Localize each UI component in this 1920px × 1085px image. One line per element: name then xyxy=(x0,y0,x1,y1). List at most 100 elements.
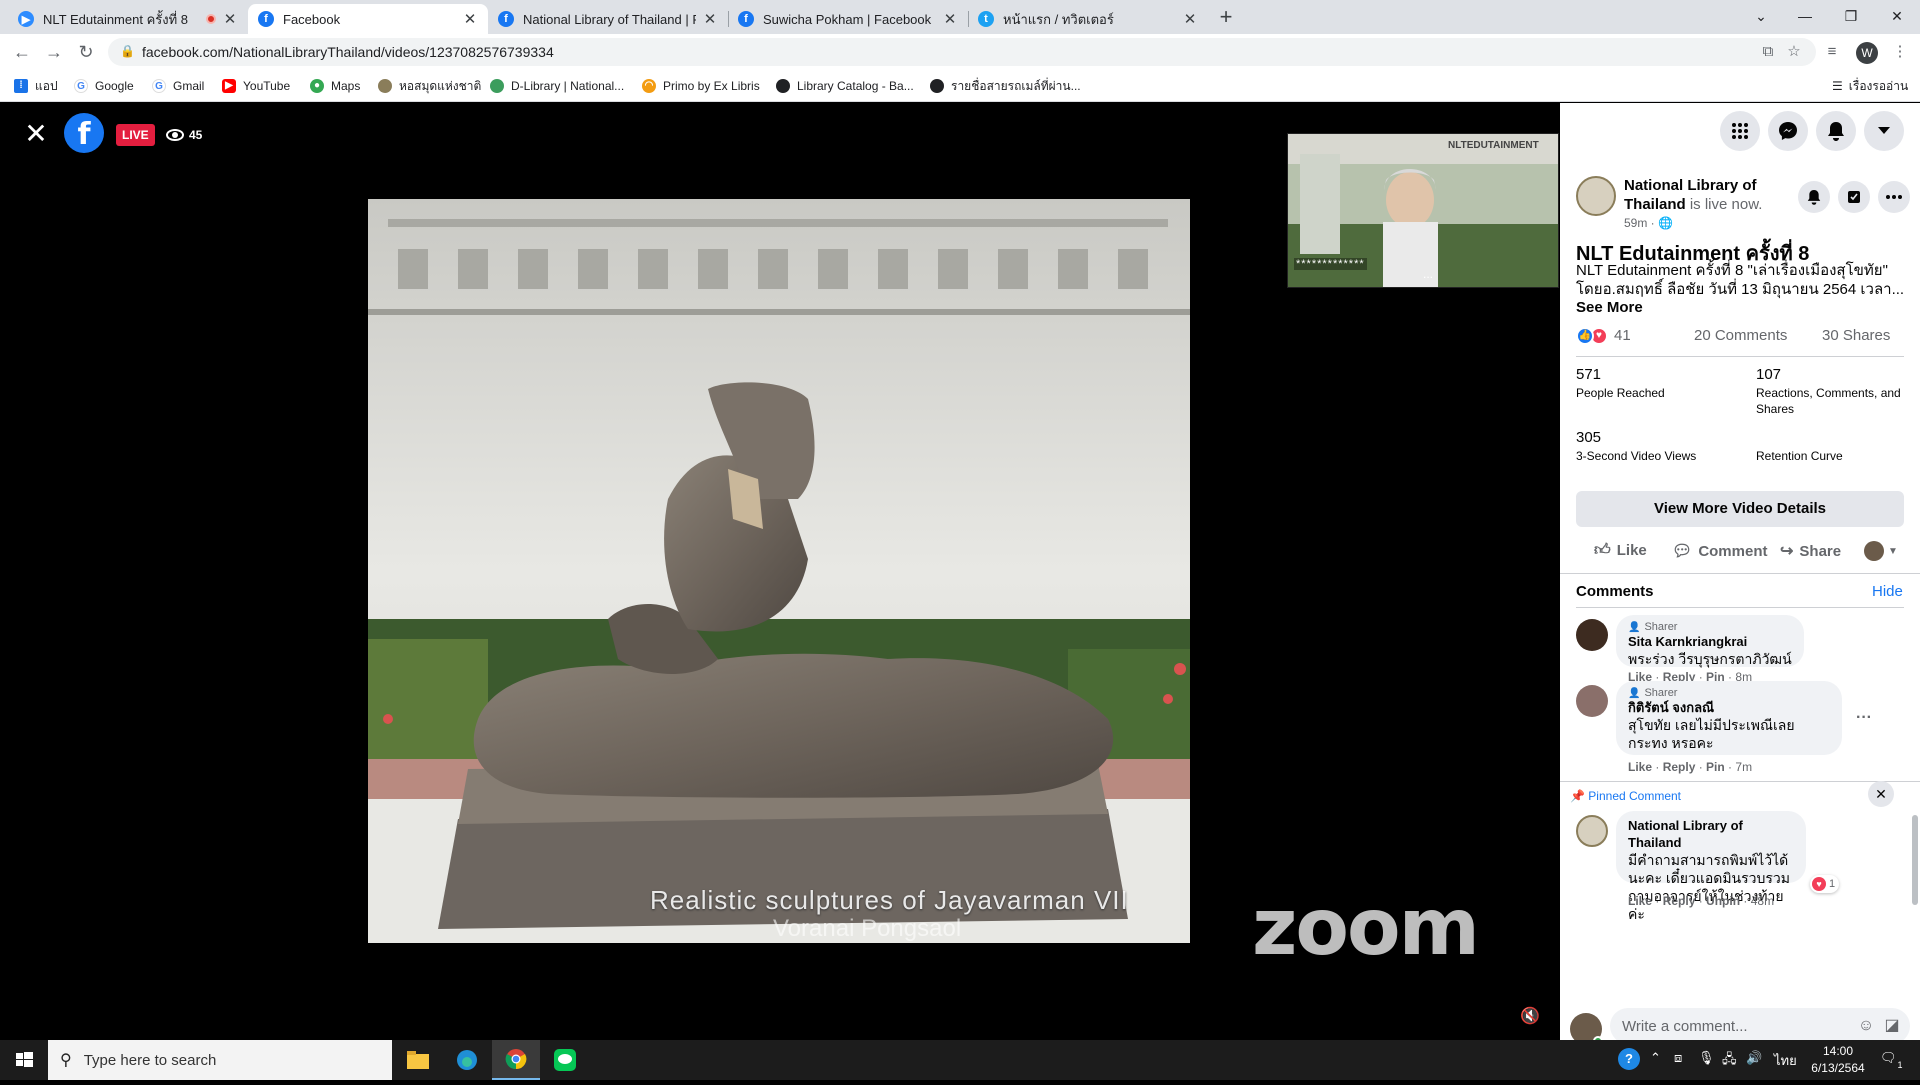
close-video-button[interactable]: ✕ xyxy=(18,117,54,153)
comment-like-link[interactable]: Like xyxy=(1628,894,1652,908)
bell-follow-icon[interactable] xyxy=(1798,181,1830,213)
comment-button[interactable]: 💬︎ Comment xyxy=(1672,541,1767,561)
bookmark-google[interactable]: G Google xyxy=(74,77,134,95)
microphone-icon[interactable]: 🎙 xyxy=(1698,1050,1715,1066)
page-avatar[interactable] xyxy=(1576,176,1616,216)
chrome-icon[interactable] xyxy=(492,1040,540,1080)
tab-facebook[interactable]: f Facebook ✕ xyxy=(248,4,488,34)
reload-button[interactable]: ↻ xyxy=(72,38,100,66)
live-status-text: is live now. xyxy=(1689,196,1763,213)
input-language[interactable]: ไทย xyxy=(1774,1050,1797,1071)
commenter-avatar[interactable] xyxy=(1576,685,1608,717)
video-player[interactable]: ✕ f LIVE 45 Realistic sculptures of Jaya… xyxy=(0,103,1560,1040)
thumb-more-icon[interactable]: ... xyxy=(1423,267,1433,281)
close-tab-icon[interactable]: ✕ xyxy=(942,10,958,28)
back-button[interactable]: ← xyxy=(8,38,36,66)
tab-search-icon[interactable]: ⌄ xyxy=(1738,0,1784,32)
messenger-icon[interactable] xyxy=(1768,111,1808,151)
page-avatar-small[interactable] xyxy=(1576,815,1608,847)
bookmark-dlibrary[interactable]: D-Library | National... xyxy=(490,77,624,95)
line-app-icon[interactable] xyxy=(541,1040,589,1080)
file-explorer-icon[interactable] xyxy=(394,1040,442,1080)
view-more-details-button[interactable]: View More Video Details xyxy=(1576,491,1904,527)
bookmark-bus[interactable]: รายชื่อสายรถเมล์ที่ผ่าน... xyxy=(930,77,1081,95)
start-button[interactable] xyxy=(0,1040,48,1080)
stat-retention-label[interactable]: Retention Curve xyxy=(1756,448,1843,464)
bookmark-catalog[interactable]: Library Catalog - Ba... xyxy=(776,77,914,95)
menu-grid-icon[interactable] xyxy=(1720,111,1760,151)
close-tab-icon[interactable]: ✕ xyxy=(1182,10,1198,28)
restore-button[interactable]: ❐ xyxy=(1828,0,1874,32)
comment-more-icon[interactable]: ··· xyxy=(1856,709,1872,727)
reading-list[interactable]: ☰ เรื่องรออ่าน xyxy=(1832,77,1908,95)
close-tab-icon[interactable]: ✕ xyxy=(462,10,478,28)
commenter-avatar[interactable] xyxy=(1576,619,1608,651)
camera-icon[interactable]: ⧈ xyxy=(1674,1050,1682,1066)
share-button[interactable]: ↪ Share xyxy=(1780,541,1841,561)
mute-icon[interactable]: 🔇 xyxy=(1520,1006,1544,1026)
post-description: NLT Edutainment ครั้งที่ 8 "เล่าเรื่องเม… xyxy=(1576,262,1905,298)
save-post-icon[interactable] xyxy=(1838,181,1870,213)
commenter-name[interactable]: Sita Karnkriangkrai xyxy=(1628,633,1792,650)
more-options-icon[interactable] xyxy=(1878,181,1910,213)
media-control-icon[interactable]: ≡ xyxy=(1822,42,1842,62)
hide-comments-link[interactable]: Hide xyxy=(1872,583,1903,600)
new-tab-button[interactable]: + xyxy=(1212,4,1240,30)
sharer-badge: 👤 Sharer xyxy=(1628,687,1830,699)
sticker-icon[interactable]: ◪ xyxy=(1882,1016,1902,1036)
tray-chevron-icon[interactable]: ⌃ xyxy=(1650,1050,1661,1066)
close-pinned-icon[interactable]: ✕ xyxy=(1868,781,1894,807)
bookmark-youtube[interactable]: ▶ YouTube xyxy=(222,77,290,95)
emoji-icon[interactable]: ☺ xyxy=(1856,1016,1876,1036)
taskbar-clock[interactable]: 14:00 6/13/2564 xyxy=(1806,1043,1870,1077)
bookmark-nlt[interactable]: หอสมุดแห่งชาติ xyxy=(378,77,481,95)
minimize-button[interactable]: — xyxy=(1782,0,1828,32)
reaction-avatar-selector[interactable]: ▼ xyxy=(1864,541,1898,561)
commenter-name[interactable]: กิติรัตน์ จงกลณี xyxy=(1628,699,1830,716)
close-window-button[interactable]: ✕ xyxy=(1874,0,1920,32)
profile-avatar[interactable]: W xyxy=(1856,42,1878,64)
comment-reply-link[interactable]: Reply xyxy=(1663,894,1696,908)
reactions-count[interactable]: 41 xyxy=(1614,327,1631,344)
edge-icon[interactable] xyxy=(443,1040,491,1080)
help-icon[interactable]: ? xyxy=(1618,1048,1640,1070)
speaker-thumbnail[interactable]: NLTEDUTAINMENT ************* ... xyxy=(1287,133,1559,288)
like-button[interactable]: 👍︎ Like xyxy=(1594,541,1647,560)
pinned-commenter-name[interactable]: National Library of Thailand xyxy=(1628,817,1794,851)
forward-button[interactable]: → xyxy=(40,38,68,66)
comment-reaction-badge[interactable]: ♥ 1 xyxy=(1810,875,1840,893)
bookmark-star-icon[interactable]: ☆ xyxy=(1784,42,1804,62)
facebook-logo[interactable]: f xyxy=(64,113,104,153)
tab-suwicha[interactable]: f Suwicha Pokham | Facebook ✕ xyxy=(728,4,969,34)
comments-count[interactable]: 20 Comments xyxy=(1694,327,1787,344)
notifications-icon[interactable]: 🗨 1 xyxy=(1880,1050,1903,1070)
comment-input[interactable] xyxy=(1610,1008,1830,1040)
comment-unpin-link[interactable]: Unpin xyxy=(1706,894,1740,908)
comments-scrollbar[interactable] xyxy=(1910,615,1918,995)
tab-title: Suwicha Pokham | Facebook xyxy=(763,11,932,27)
comment-like-link[interactable]: Like xyxy=(1628,760,1652,774)
translate-icon[interactable]: ⧉ xyxy=(1758,42,1778,62)
notifications-bell-icon[interactable] xyxy=(1816,111,1856,151)
tab-national-library[interactable]: f National Library of Thailand | Fac ✕ xyxy=(488,4,729,34)
account-dropdown-icon[interactable] xyxy=(1864,111,1904,151)
bookmark-primo[interactable]: ◠ Primo by Ex Libris xyxy=(642,77,760,95)
close-tab-icon[interactable]: ✕ xyxy=(702,10,718,28)
volume-icon[interactable]: 🔊 xyxy=(1746,1050,1762,1066)
recording-icon xyxy=(206,14,216,24)
menu-kebab-icon[interactable]: ⋮ xyxy=(1890,42,1910,62)
comment-pin-link[interactable]: Pin xyxy=(1706,760,1725,774)
network-icon[interactable]: 🖧 xyxy=(1722,1050,1737,1072)
bookmark-gmail[interactable]: G Gmail xyxy=(152,77,204,95)
taskbar-search[interactable]: ⚲ Type here to search xyxy=(48,1040,392,1080)
bookmark-apps[interactable]: ⁞ แอป xyxy=(14,77,58,95)
bookmark-maps[interactable]: ● Maps xyxy=(310,77,360,95)
tab-twitter[interactable]: t หน้าแรก / ทวิตเตอร์ ✕ xyxy=(968,4,1208,34)
scrollbar-thumb[interactable] xyxy=(1912,815,1918,905)
comment-reply-link[interactable]: Reply xyxy=(1663,760,1696,774)
address-bar[interactable]: 🔒 facebook.com/NationalLibraryThailand/v… xyxy=(108,38,1816,66)
shares-count[interactable]: 30 Shares xyxy=(1822,327,1890,344)
close-tab-icon[interactable]: ✕ xyxy=(222,10,238,28)
see-more-link[interactable]: See More xyxy=(1576,299,1643,316)
tab-nlt-edutainment[interactable]: ▶ NLT Edutainment ครั้งที่ 8 ✕ xyxy=(8,4,248,34)
